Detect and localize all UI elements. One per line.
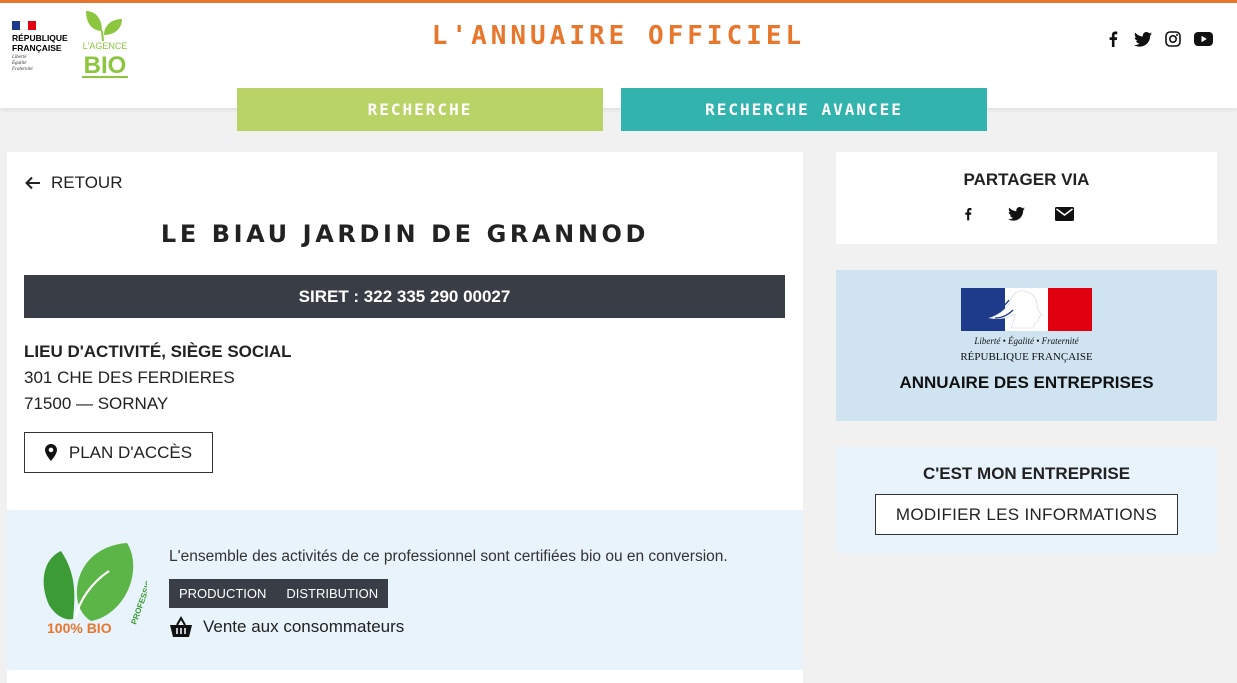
modify-info-button[interactable]: MODIFIER LES INFORMATIONS bbox=[875, 494, 1178, 535]
site-title: L'ANNUAIRE OFFICIEL bbox=[431, 21, 806, 51]
instagram-icon[interactable] bbox=[1163, 29, 1183, 49]
certification-text: L'ensemble des activités de ce professio… bbox=[169, 548, 728, 565]
activity-tags: PRODUCTION DISTRIBUTION bbox=[169, 579, 389, 608]
map-access-button[interactable]: PLAN D'ACCÈS bbox=[24, 432, 213, 473]
map-pin-icon bbox=[44, 444, 57, 461]
company-name: LE BIAU JARDIN DE GRANNOD bbox=[160, 220, 650, 248]
annuaire-entreprises-card[interactable]: Liberté • Égalité • Fraternité RÉPUBLIQU… bbox=[836, 270, 1217, 421]
annuaire-label: ANNUAIRE DES ENTREPRISES bbox=[899, 373, 1154, 392]
marianne-motto: Liberté • Égalité • Fraternité bbox=[973, 336, 1079, 346]
bio-100-label: 100% BIO bbox=[47, 620, 112, 636]
address-street: 301 CHE DES FERDIERES bbox=[24, 368, 235, 387]
share-card: PARTAGER VIA bbox=[836, 152, 1217, 244]
my-company-title: C'EST MON ENTREPRISE bbox=[922, 464, 1131, 483]
mail-icon[interactable] bbox=[1054, 204, 1074, 224]
siret-bar: SIRET : 322 335 290 00027 bbox=[24, 275, 785, 318]
share-icons bbox=[958, 204, 1074, 224]
share-title: PARTAGER VIA bbox=[963, 170, 1090, 189]
facebook-icon[interactable] bbox=[1103, 29, 1123, 49]
my-company-card: C'EST MON ENTREPRISE MODIFIER LES INFORM… bbox=[836, 447, 1217, 553]
rf-motto-3: Fraternité bbox=[12, 67, 33, 72]
marianne-icon: Liberté • Égalité • Fraternité RÉPUBLIQU… bbox=[960, 288, 1093, 363]
facebook-icon[interactable] bbox=[958, 204, 978, 224]
address-city: 71500 — SORNAY bbox=[24, 394, 169, 413]
company-card: RETOUR LE BIAU JARDIN DE GRANNOD SIRET :… bbox=[7, 152, 803, 510]
nav-advanced-search-button[interactable]: RECHERCHE AVANCEE bbox=[621, 88, 987, 131]
map-access-label: PLAN D'ACCÈS bbox=[68, 442, 193, 462]
rf-motto: Liberté Égalité Fraternité bbox=[12, 55, 74, 73]
youtube-icon[interactable] bbox=[1193, 29, 1213, 49]
twitter-icon[interactable] bbox=[1133, 29, 1153, 49]
social-links bbox=[1103, 29, 1213, 49]
address-block: LIEU D'ACTIVITÉ, SIÈGE SOCIAL 301 CHE DE… bbox=[24, 339, 292, 417]
twitter-icon[interactable] bbox=[1006, 204, 1026, 224]
nav-search-button[interactable]: RECHERCHE bbox=[237, 88, 603, 131]
arrow-left-icon bbox=[25, 176, 40, 190]
site-header: RÉPUBLIQUE FRANÇAISE Liberté Égalité Fra… bbox=[0, 3, 1237, 108]
sales-row: Vente aux consommateurs bbox=[169, 616, 404, 638]
activity-tag-distribution: DISTRIBUTION bbox=[286, 586, 379, 601]
address-label: LIEU D'ACTIVITÉ, SIÈGE SOCIAL bbox=[24, 342, 292, 361]
activity-tag-production: PRODUCTION bbox=[179, 586, 267, 601]
marianne-republic: RÉPUBLIQUE FRANÇAISE bbox=[961, 351, 1092, 363]
back-label: RETOUR bbox=[51, 173, 123, 192]
sales-label: Vente aux consommateurs bbox=[203, 617, 405, 636]
agence-bio-text-main: BIO bbox=[84, 52, 127, 79]
next-section-edge bbox=[7, 670, 803, 683]
basket-icon bbox=[170, 616, 192, 637]
marianne-logo: Liberté • Égalité • Fraternité RÉPUBLIQU… bbox=[960, 288, 1093, 366]
bio-certification-section: PROFESSIONNEL 100% BIO L'ensemble des ac… bbox=[7, 510, 803, 670]
back-link[interactable]: RETOUR bbox=[25, 173, 122, 193]
